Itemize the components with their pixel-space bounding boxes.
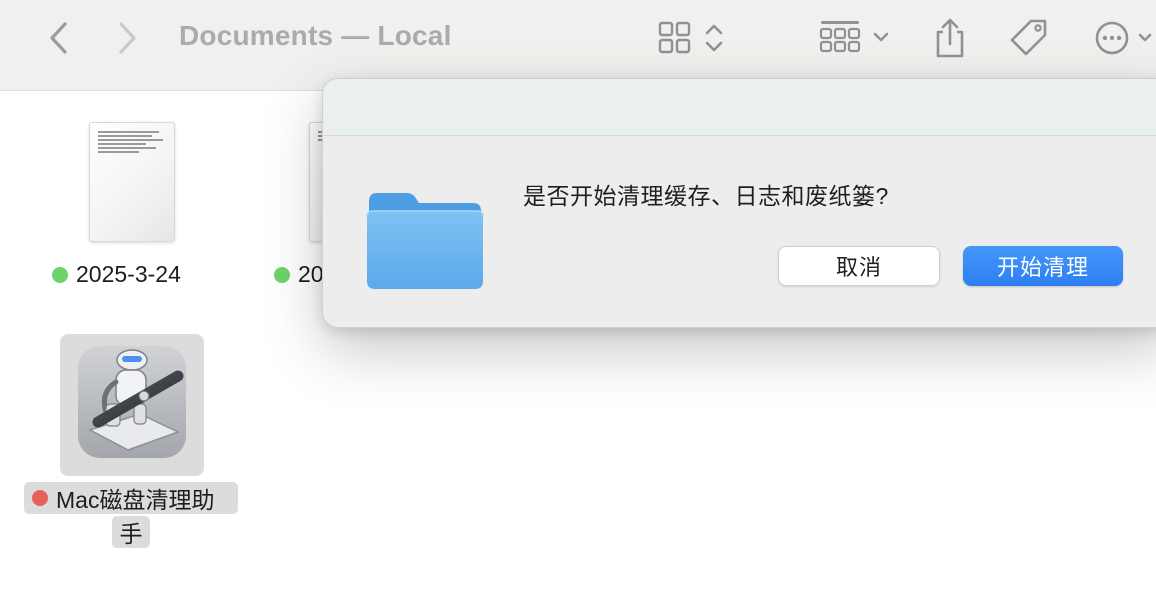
file-label: 20	[274, 261, 324, 288]
red-tag-dot	[32, 490, 48, 506]
automator-robot-icon	[78, 346, 186, 458]
finder-window: Documents — Local 2025-3-24 20 Mac磁盘清理助 …	[0, 0, 1156, 594]
more-actions-button[interactable]	[1090, 14, 1156, 62]
file-name: 2025-3-24	[76, 261, 181, 287]
group-by-button[interactable]	[816, 18, 896, 58]
chevron-right-icon	[119, 22, 136, 54]
file-name: 20	[298, 261, 324, 287]
dialog-header	[323, 79, 1156, 136]
file-label: 2025-3-24	[52, 261, 181, 288]
cleanup-dialog: 是否开始清理缓存、日志和废纸篓? 取消 开始清理	[322, 78, 1156, 328]
dialog-message: 是否开始清理缓存、日志和废纸篓?	[523, 183, 889, 209]
chevron-left-icon	[50, 22, 67, 54]
share-icon	[936, 18, 964, 58]
back-button[interactable]	[38, 18, 78, 58]
cancel-button[interactable]: 取消	[778, 246, 940, 286]
document-thumbnail	[89, 122, 175, 242]
folder-icon	[366, 193, 484, 289]
grid-view-icon	[658, 21, 723, 54]
app-label: Mac磁盘清理助 手	[24, 482, 238, 548]
green-tag-dot	[274, 266, 290, 283]
group-by-icon	[819, 21, 889, 53]
view-mode-button[interactable]	[654, 18, 730, 58]
start-cleanup-button[interactable]: 开始清理	[963, 246, 1123, 286]
ellipsis-circle-icon	[1095, 21, 1152, 55]
app-icon-tile	[60, 334, 204, 476]
tag-icon	[1010, 19, 1047, 56]
app-name-line2: 手	[119, 521, 143, 547]
app-name-line1: Mac磁盘清理助	[56, 487, 215, 513]
dialog-icon	[363, 183, 487, 295]
forward-button[interactable]	[108, 18, 148, 58]
tag-button[interactable]	[1005, 14, 1053, 62]
window-title: Documents — Local	[179, 20, 452, 51]
share-button[interactable]	[928, 14, 972, 62]
green-tag-dot	[52, 266, 68, 283]
